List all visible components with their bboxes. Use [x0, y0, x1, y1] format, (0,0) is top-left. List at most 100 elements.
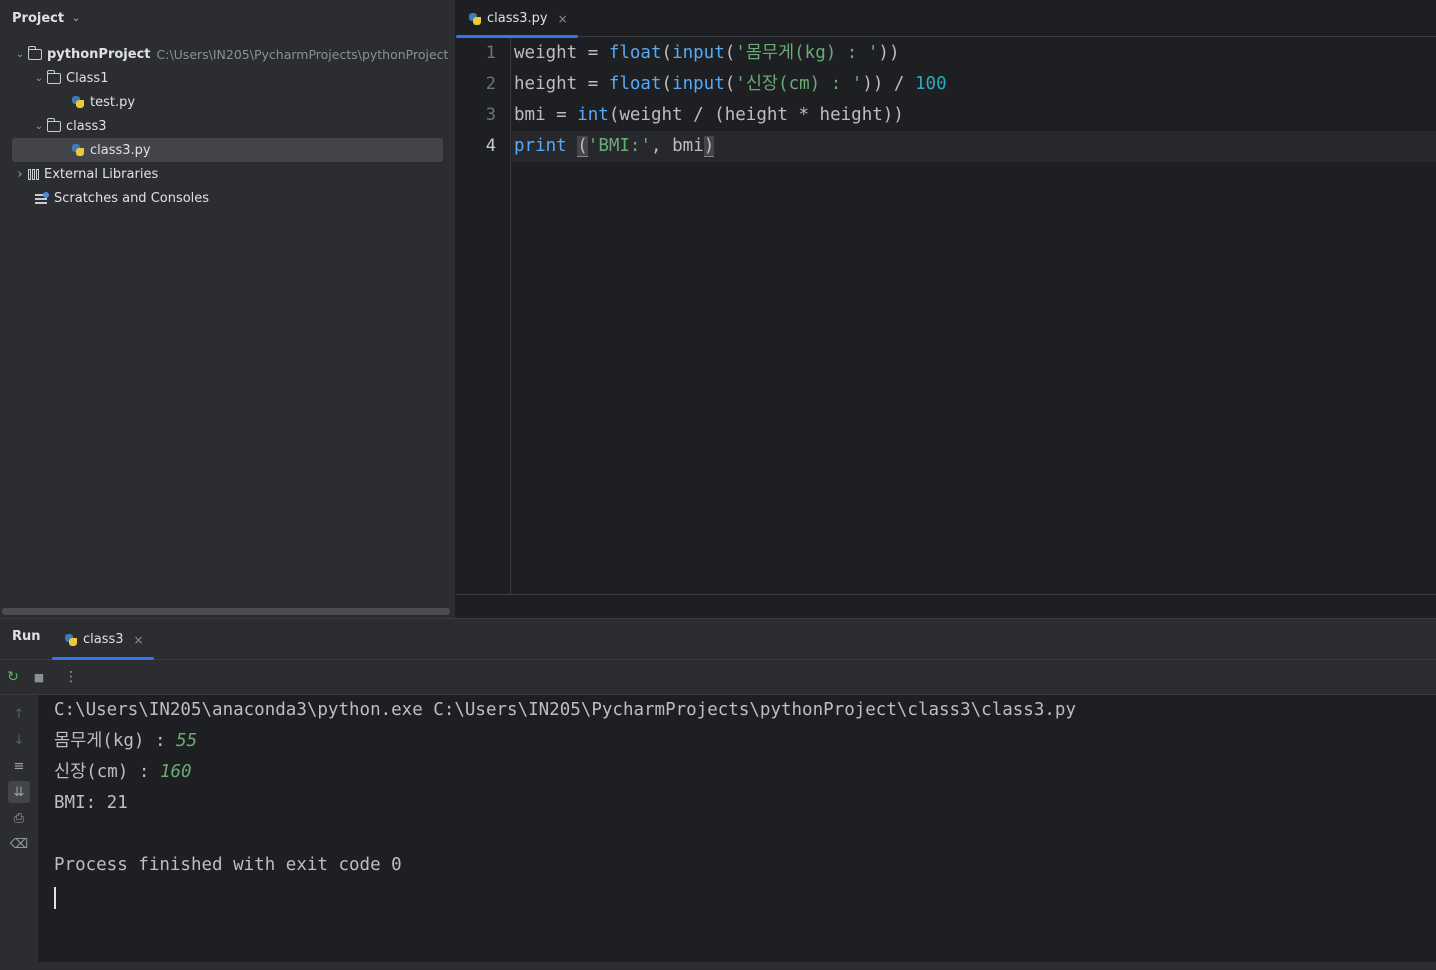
- line-number-gutter[interactable]: 1 2 3 4: [456, 38, 511, 594]
- code-token: int: [577, 105, 609, 125]
- python-file-icon: [64, 633, 78, 647]
- chevron-down-icon[interactable]: ⌄: [12, 49, 28, 60]
- more-options-icon[interactable]: ⋮: [62, 668, 80, 686]
- folder-icon: [46, 117, 61, 132]
- chevron-right-icon[interactable]: ›: [12, 167, 28, 182]
- tree-item-class3-py[interactable]: class3.py: [71, 138, 151, 162]
- close-icon[interactable]: ×: [558, 12, 568, 26]
- tree-item-label: External Libraries: [44, 166, 159, 182]
- code-token: (: [661, 74, 673, 94]
- code-token: print: [514, 136, 567, 156]
- code-token: float: [608, 74, 662, 94]
- run-tool-header: Run class3 ×: [0, 619, 1436, 660]
- run-title: Run: [12, 629, 41, 644]
- code-token: (: [724, 43, 736, 63]
- print-icon[interactable]: ⎙: [8, 807, 30, 829]
- code-token: (weight / (height * height)): [608, 105, 904, 125]
- python-file-icon: [71, 95, 85, 109]
- console-prompt-height: 신장(cm) : 160: [54, 757, 192, 788]
- code-line-4[interactable]: print ('BMI:', bmi): [514, 131, 715, 162]
- code-line-2[interactable]: height = float(input('신장(cm) : ')) / 100: [514, 69, 947, 100]
- console-side-toolbar: ↑ ↓ ≡ ⇊ ⎙ ⌫: [0, 695, 38, 970]
- code-token: , bmi: [651, 136, 704, 156]
- line-number: 1: [485, 43, 496, 63]
- scratches-icon: [35, 192, 49, 204]
- tree-item-external-libraries[interactable]: › External Libraries: [12, 162, 158, 186]
- console-exit-message: Process finished with exit code 0: [54, 855, 402, 875]
- code-line-3[interactable]: bmi = int(weight / (height * height)): [514, 100, 904, 131]
- code-token: bmi: [514, 105, 546, 125]
- code-token: weight: [514, 43, 578, 63]
- tree-item-class3[interactable]: ⌄ class3: [31, 114, 107, 138]
- tree-item-label: Class1: [66, 70, 109, 86]
- python-file-icon: [71, 143, 85, 157]
- tree-item-class1[interactable]: ⌄ Class1: [31, 66, 108, 90]
- line-number-current: 4: [485, 136, 496, 156]
- tab-label: class3.py: [487, 11, 548, 26]
- tab-class3-py[interactable]: class3.py ×: [456, 0, 580, 38]
- editor-divider: [456, 594, 1436, 595]
- run-tab-class3[interactable]: class3 ×: [52, 619, 156, 660]
- tree-item-path: C:\Users\IN205\PycharmProjects\pythonPro…: [156, 46, 449, 62]
- code-line-1[interactable]: weight = float(input('몸무게(kg) : ')): [514, 38, 900, 69]
- code-token: input: [672, 74, 725, 94]
- editor-tab-bar: class3.py ×: [456, 0, 1436, 38]
- code-token: height: [514, 74, 578, 94]
- code-token: 'BMI:': [587, 136, 651, 156]
- chevron-down-icon[interactable]: ⌄: [31, 73, 47, 84]
- project-view-selector[interactable]: Project ⌄: [12, 8, 84, 28]
- tree-item-pythonproject[interactable]: ⌄ pythonProject C:\Users\IN205\PycharmPr…: [12, 42, 448, 66]
- scroll-to-end-icon[interactable]: ⇊: [8, 781, 30, 803]
- trash-icon[interactable]: ⌫: [8, 833, 30, 855]
- prompt-text: 몸무게(kg) :: [54, 731, 177, 751]
- line-number: 2: [485, 74, 496, 94]
- folder-icon: [46, 69, 61, 84]
- run-panel: Run class3 × ↻ ■ ⋮ ↑ ↓ ≡ ⇊ ⎙ ⌫ C:\Users\…: [0, 618, 1436, 970]
- prompt-text: 신장(cm) :: [54, 762, 160, 782]
- tree-item-scratches[interactable]: Scratches and Consoles: [35, 186, 209, 210]
- tree-item-test-py[interactable]: test.py: [71, 90, 135, 114]
- run-toolbar: ↻ ■ ⋮: [0, 660, 1436, 695]
- chevron-down-icon: ⌄: [71, 12, 81, 24]
- code-token: =: [545, 105, 578, 125]
- soft-wrap-icon[interactable]: ≡: [8, 755, 30, 777]
- bracket-match: ): [703, 136, 715, 157]
- project-panel: Project ⌄ ⌄ pythonProject C:\Users\IN205…: [0, 0, 455, 618]
- console-result: BMI: 21: [54, 793, 128, 813]
- code-editor[interactable]: class3.py × 1 2 3 4 weight = float(input…: [456, 0, 1436, 618]
- user-input: 160: [159, 762, 192, 782]
- bracket-match: (: [577, 136, 588, 157]
- chevron-down-icon[interactable]: ⌄: [31, 121, 47, 132]
- close-icon[interactable]: ×: [134, 633, 144, 647]
- code-token: =: [577, 43, 609, 63]
- code-token: )): [878, 43, 900, 63]
- code-token: (: [661, 43, 673, 63]
- project-title: Project: [12, 10, 65, 26]
- code-token: float: [608, 43, 662, 63]
- console-caret[interactable]: [54, 887, 56, 909]
- rerun-icon[interactable]: ↻: [4, 668, 22, 686]
- run-tab-label: class3: [83, 632, 124, 647]
- code-token: '몸무게(kg) : ': [735, 43, 879, 63]
- stop-icon[interactable]: ■: [30, 668, 48, 686]
- code-token: )) /: [862, 74, 916, 94]
- tree-item-label: pythonProject: [47, 46, 151, 62]
- code-token: 100: [915, 74, 947, 94]
- folder-icon: [27, 45, 42, 60]
- line-number: 3: [485, 105, 496, 125]
- tree-item-label: Scratches and Consoles: [54, 190, 210, 206]
- arrow-up-icon[interactable]: ↑: [8, 703, 30, 725]
- user-input: 55: [176, 731, 198, 751]
- horizontal-scrollbar[interactable]: [2, 608, 450, 615]
- code-token: =: [577, 74, 609, 94]
- library-icon: [28, 168, 39, 180]
- code-token: (: [724, 74, 736, 94]
- arrow-down-icon[interactable]: ↓: [8, 729, 30, 751]
- python-file-icon: [468, 12, 482, 26]
- status-bar: [0, 962, 1436, 970]
- console-prompt-weight: 몸무게(kg) : 55: [54, 726, 197, 757]
- tree-item-label: test.py: [90, 94, 136, 110]
- code-token: '신장(cm) : ': [735, 74, 863, 94]
- tree-item-label: class3: [66, 118, 107, 134]
